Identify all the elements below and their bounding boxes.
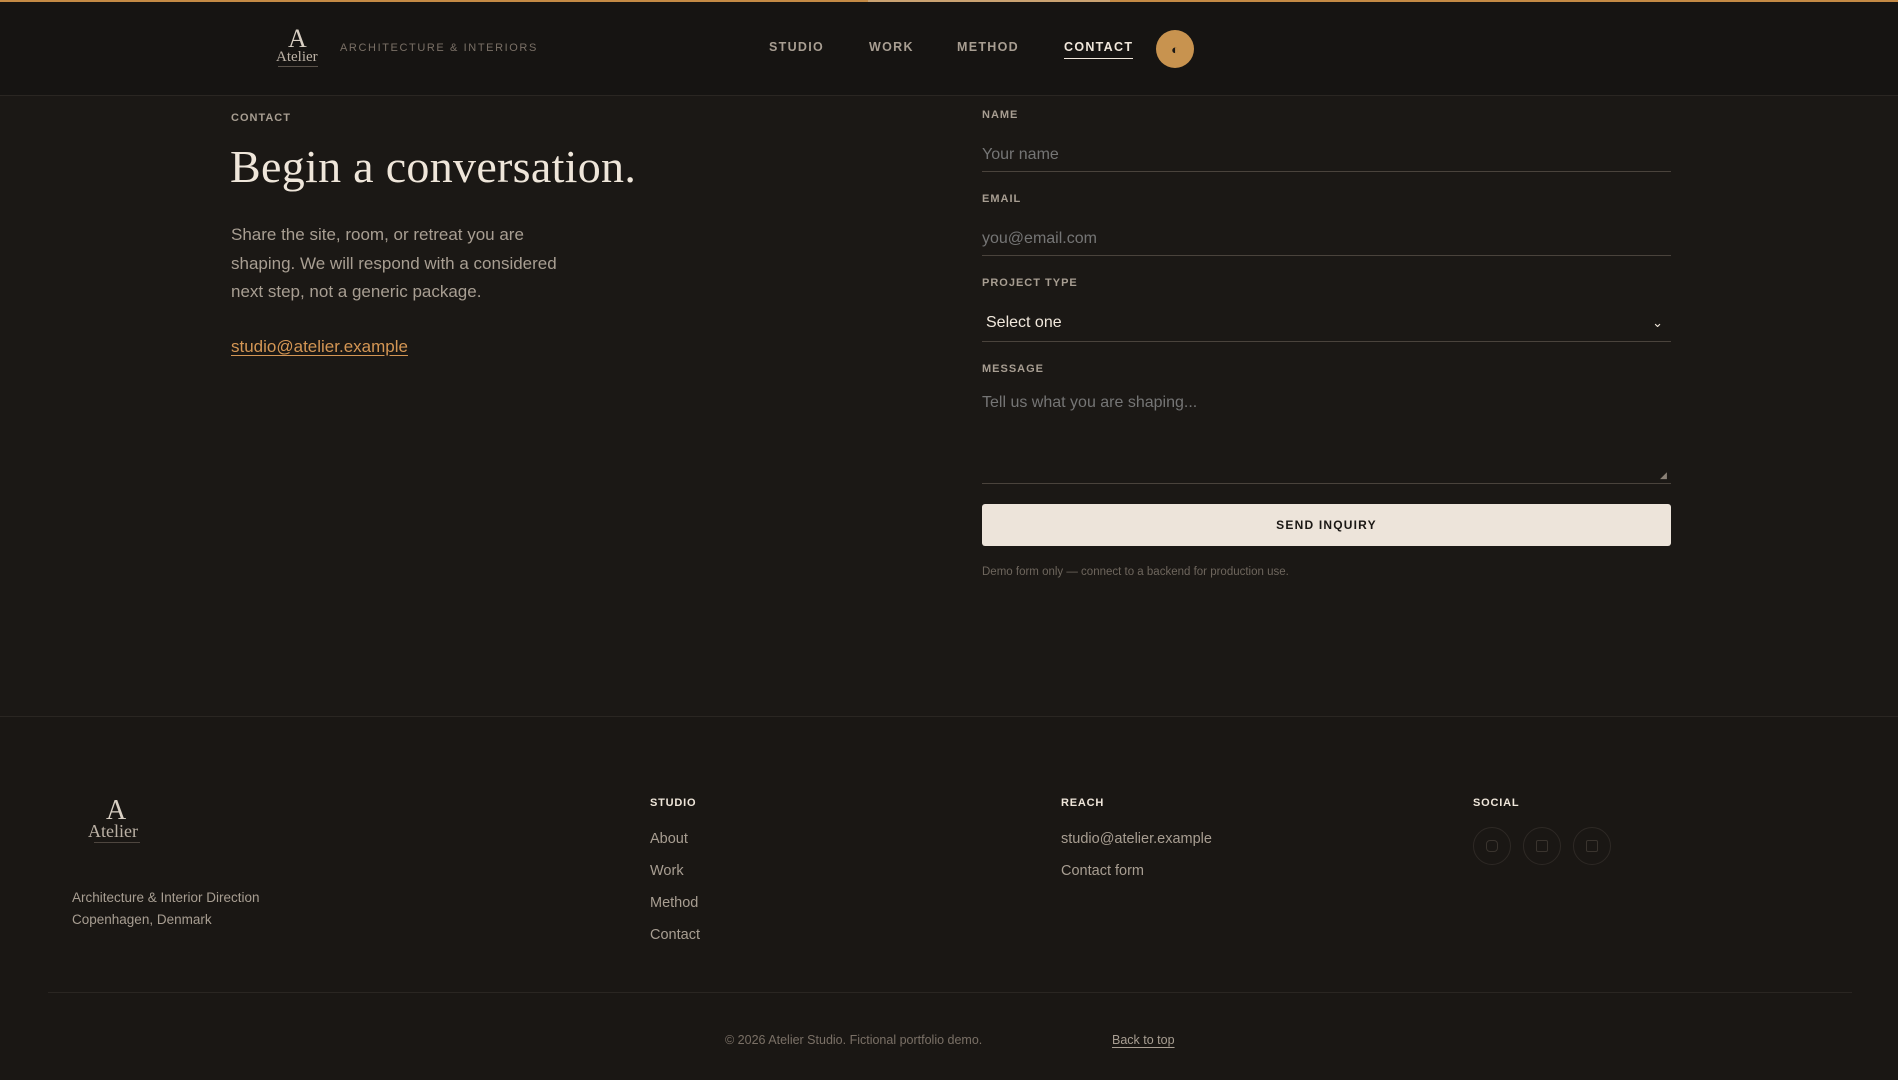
footer-link-method[interactable]: Method [650,893,700,925]
footer-link-email[interactable]: studio@atelier.example [1061,829,1212,861]
header-tagline: ARCHITECTURE & INTERIORS [340,42,538,54]
back-to-top-link[interactable]: Back to top [1112,1033,1175,1047]
email-link[interactable]: studio@atelier.example [231,337,408,357]
instagram-icon[interactable] [1473,827,1511,865]
footer-studio-links: About Work Method Contact [650,829,700,957]
page-title: Begin a conversation. [230,141,637,192]
footer-link-contact-form[interactable]: Contact form [1061,861,1212,893]
name-label: NAME [982,109,1019,121]
footer-divider [48,992,1852,993]
email-field[interactable] [982,222,1671,256]
site-footer: A Atelier Architecture & Interior Direct… [0,716,1898,1080]
logo-underline [278,66,318,67]
resize-handle-icon[interactable]: ◢ [1660,470,1667,481]
message-label: MESSAGE [982,363,1045,375]
footer-logo-underline [94,842,140,843]
project-type-value: Select one [986,313,1062,331]
footer-logo[interactable]: A Atelier [88,797,148,847]
name-field[interactable] [982,138,1671,172]
footer-link-work[interactable]: Work [650,861,700,893]
footer-studio-heading: STUDIO [650,797,697,809]
copyright: © 2026 Atelier Studio. Fictional portfol… [725,1033,983,1047]
logo[interactable]: A Atelier [274,26,322,68]
contrast-icon: ◐ [1171,41,1179,57]
form-note: Demo form only — connect to a backend fo… [982,566,1289,578]
send-inquiry-button[interactable]: SEND INQUIRY [982,504,1671,546]
site-header: A Atelier ARCHITECTURE & INTERIORS STUDI… [0,2,1898,96]
chevron-down-icon: ⌄ [1652,314,1663,330]
nav-method[interactable]: METHOD [957,40,1019,54]
footer-logo-wordmark: Atelier [88,821,138,841]
footer-social-heading: SOCIAL [1473,797,1520,809]
nav-work[interactable]: WORK [869,40,914,54]
footer-link-contact[interactable]: Contact [650,925,700,957]
linkedin-icon[interactable] [1573,827,1611,865]
pinterest-icon[interactable] [1523,827,1561,865]
nav-studio[interactable]: STUDIO [769,40,824,54]
footer-reach-heading: REACH [1061,797,1105,809]
project-type-select[interactable]: Select one ⌄ [982,304,1671,342]
email-label: EMAIL [982,193,1022,205]
logo-wordmark: Atelier [276,49,318,65]
intro-text: Share the site, room, or retreat you are… [231,225,557,301]
section-eyebrow: CONTACT [231,112,291,124]
message-field[interactable] [982,393,1671,484]
footer-link-about[interactable]: About [650,829,700,861]
nav-contact[interactable]: CONTACT [1064,40,1134,59]
project-type-label: PROJECT TYPE [982,277,1078,289]
footer-location: Copenhagen, Denmark [72,912,212,927]
theme-toggle-button[interactable]: ◐ [1156,30,1194,68]
footer-description: Architecture & Interior Direction Copenh… [72,887,260,931]
footer-reach-links: studio@atelier.example Contact form [1061,829,1212,893]
footer-desc-line: Architecture & Interior Direction [72,890,260,905]
